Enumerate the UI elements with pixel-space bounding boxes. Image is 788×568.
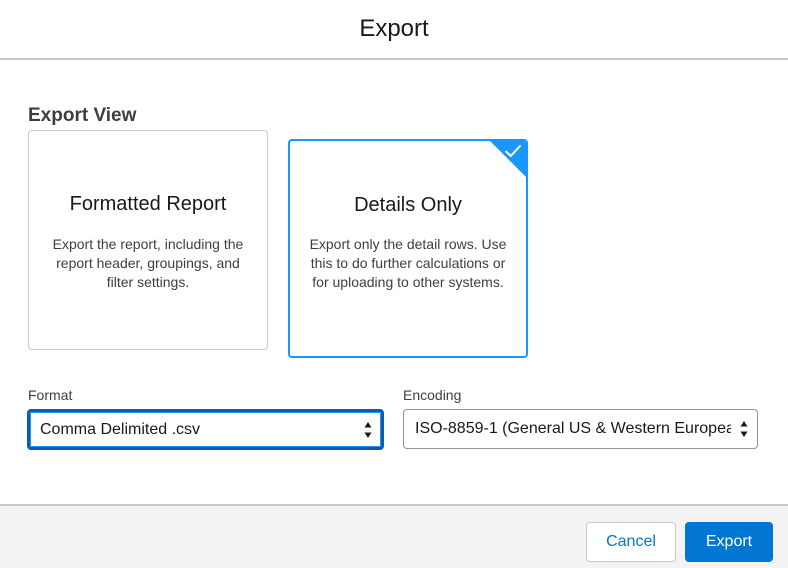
encoding-select-value: ISO-8859-1 (General US & Western Europea… [415, 420, 731, 437]
formatted-report-heading: Formatted Report [69, 193, 227, 215]
encoding-select[interactable]: ISO-8859-1 (General US & Western Europea… [403, 409, 758, 449]
checkmark-icon [505, 145, 521, 157]
format-label: Format [28, 387, 73, 403]
modal-footer: Cancel Export [0, 504, 788, 568]
modal-header: Export [0, 0, 788, 60]
details-only-option[interactable]: Details Only Export only the detail rows… [288, 139, 528, 358]
export-view-title: Export View [28, 105, 137, 126]
cancel-button[interactable]: Cancel [586, 522, 676, 562]
format-select[interactable]: Comma Delimited .csv [27, 409, 384, 450]
export-button[interactable]: Export [685, 522, 773, 562]
select-arrows-icon [364, 421, 372, 438]
formatted-report-description: Export the report, including the report … [52, 236, 244, 290]
details-only-description: Export only the detail rows. Use this to… [309, 236, 507, 290]
format-select-value: Comma Delimited .csv [40, 420, 201, 438]
formatted-report-option[interactable]: Formatted Report Export the report, incl… [28, 130, 268, 350]
details-only-heading: Details Only [354, 194, 462, 216]
encoding-label: Encoding [403, 387, 462, 403]
modal-title: Export [359, 15, 429, 42]
export-modal: Export Export View Formatted Report Expo… [0, 0, 788, 568]
select-arrows-icon [740, 421, 748, 437]
